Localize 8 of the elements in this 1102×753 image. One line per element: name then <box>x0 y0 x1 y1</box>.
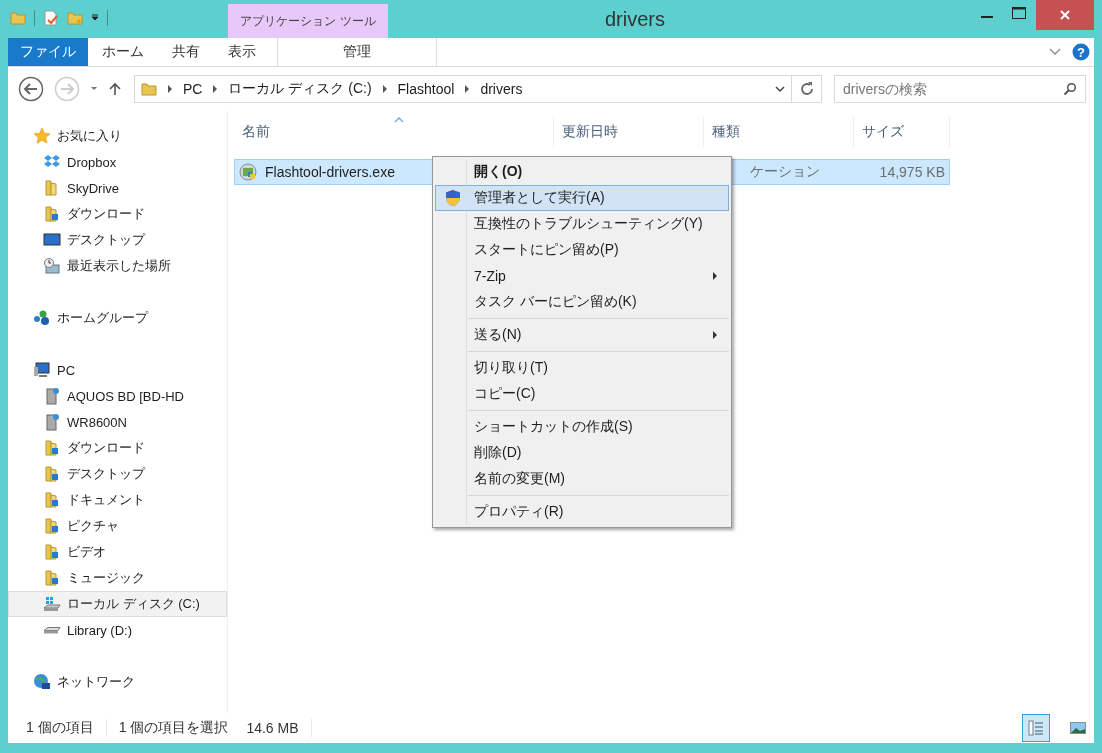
file-name: Flashtool-drivers.exe <box>265 164 395 180</box>
selection-count: 1 個の項目を選択 <box>118 719 229 737</box>
contextual-tab-header: アプリケーション ツール <box>228 4 388 38</box>
file-size: 14,975 KB <box>879 164 945 180</box>
selection-size: 14.6 MB <box>246 720 299 736</box>
window-title: drivers <box>604 7 666 31</box>
file-type: ケーション <box>750 163 820 181</box>
item-count: 1 個の項目 <box>26 719 94 737</box>
